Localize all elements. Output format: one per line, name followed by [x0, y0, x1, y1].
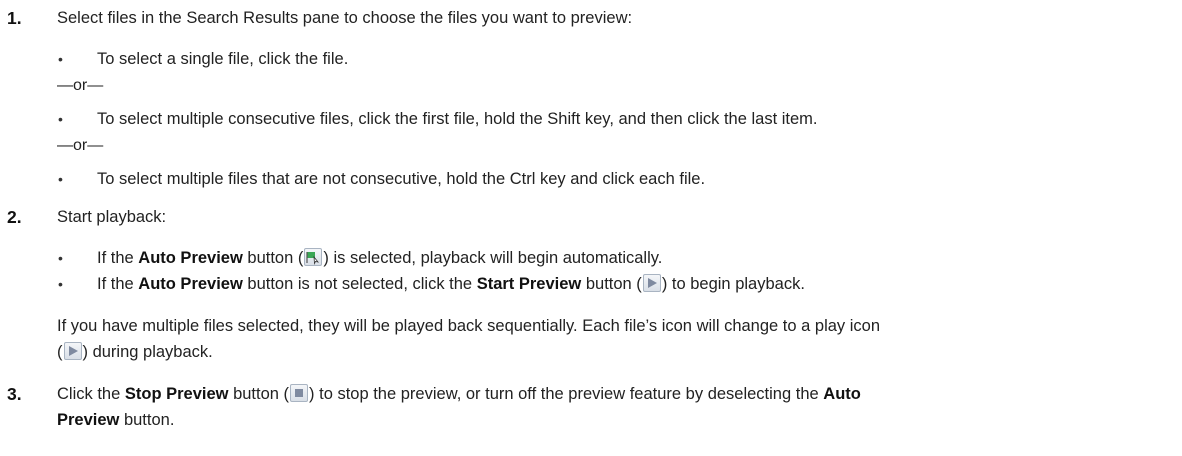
play-icon	[642, 274, 661, 292]
step-1-text: Select files in the Search Results pane …	[57, 9, 633, 27]
text-segment: button (	[242, 249, 304, 267]
step-2-note-line-1: If you have multiple files selected, the…	[57, 317, 881, 335]
text-segment: button (	[581, 275, 642, 293]
step-1-bullet-2: To select multiple consecutive files, cl…	[97, 110, 818, 128]
bullet-marker: •	[58, 171, 63, 187]
bullet-marker: •	[58, 276, 63, 292]
text-segment: Click the	[57, 385, 125, 403]
text-segment: button.	[119, 411, 175, 429]
text-segment: ) during playback.	[82, 343, 213, 361]
or-separator: —or—	[57, 137, 104, 154]
step-3-line-1: Click the Stop Preview button ( ) to stop…	[57, 384, 861, 404]
text-segment: If the	[97, 275, 139, 293]
step-2-bullet-2: If the Auto Preview button is not select…	[97, 274, 805, 294]
step-1-bullet-1: To select a single file, click the file.	[97, 50, 349, 68]
step-3-line-2: Preview button.	[57, 410, 174, 430]
bullet-marker: •	[58, 250, 63, 266]
step-number-3: 3.	[7, 384, 22, 404]
stop-icon	[290, 384, 309, 402]
text-segment: button (	[228, 385, 290, 403]
bullet-marker: •	[58, 111, 63, 127]
step-2-bullet-1: If the Auto Preview button ( ) is selecte…	[97, 248, 662, 268]
step-number-2: 2.	[7, 207, 22, 227]
step-1-bullet-3: To select multiple files that are not co…	[97, 170, 706, 188]
step-2-note-line-2: ( ) during playback.	[57, 342, 213, 362]
text-segment: If the	[97, 249, 139, 267]
auto-preview-icon	[304, 248, 323, 266]
text-segment: button is not selected, click the	[242, 275, 477, 293]
stop-preview-label: Stop Preview	[124, 385, 229, 403]
preview-label: Preview	[57, 411, 120, 429]
step-number-1: 1.	[7, 8, 22, 28]
text-segment: ) is selected, playback will begin autom…	[323, 249, 663, 267]
auto-preview-label: Auto Preview	[138, 249, 243, 267]
text-segment: ) to stop the preview, or turn off the p…	[309, 385, 824, 403]
bullet-marker: •	[58, 51, 63, 67]
step-2-text: Start playback:	[57, 208, 167, 226]
auto-label: Auto	[823, 385, 861, 403]
start-preview-label: Start Preview	[476, 275, 582, 293]
auto-preview-label: Auto Preview	[138, 275, 243, 293]
play-icon	[63, 342, 82, 360]
text-segment: ) to begin playback.	[661, 275, 805, 293]
or-separator: —or—	[57, 77, 104, 94]
text-segment: (	[57, 343, 63, 361]
